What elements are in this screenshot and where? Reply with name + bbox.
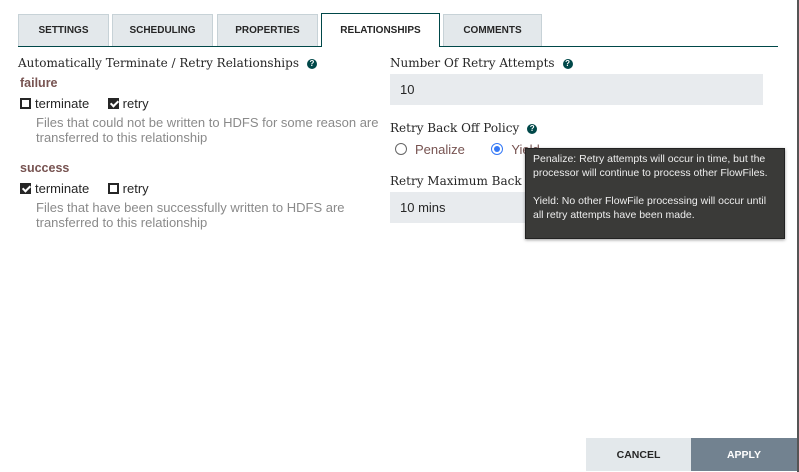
backoff-policy-label: Retry Back Off Policy <box>390 121 520 135</box>
tab-comments[interactable]: COMMENTS <box>443 14 542 46</box>
relationship-name-success: success <box>20 161 70 175</box>
failure-description: Files that could not be written to HDFS … <box>36 115 379 145</box>
checkbox-unchecked-icon <box>20 98 31 109</box>
relationships-title: Automatically Terminate / Retry Relation… <box>18 56 299 70</box>
retry-label: retry <box>122 181 149 196</box>
tab-relationships[interactable]: RELATIONSHIPS <box>321 13 440 47</box>
penalize-radio[interactable]: Penalize <box>395 142 465 157</box>
success-options: terminate retry <box>20 180 149 198</box>
retry-attempts-label: Number Of Retry Attempts <box>390 56 555 70</box>
retry-label: retry <box>122 96 149 111</box>
tab-settings[interactable]: SETTINGS <box>18 14 109 46</box>
help-icon[interactable]: ? <box>562 59 573 69</box>
help-icon[interactable]: ? <box>527 124 538 134</box>
checkbox-checked-icon <box>107 98 119 109</box>
success-description: Files that have been successfully writte… <box>36 200 345 230</box>
cancel-button[interactable]: CANCEL <box>586 438 691 471</box>
terminate-label: terminate <box>35 96 90 111</box>
relationship-name-failure: failure <box>20 76 58 90</box>
tooltip-yield-text: Yield: No other FlowFile processing will… <box>533 195 767 221</box>
retry-attempts-heading: Number Of Retry Attempts? <box>390 56 573 70</box>
radio-selected-icon <box>491 143 504 155</box>
backoff-policy-tooltip: Penalize: Retry attempts will occur in t… <box>525 148 785 239</box>
failure-retry-checkbox[interactable]: retry <box>107 96 149 111</box>
relationships-heading: Automatically Terminate / Retry Relation… <box>18 56 317 70</box>
success-retry-checkbox[interactable]: retry <box>107 181 149 196</box>
checkbox-checked-icon <box>20 183 31 194</box>
help-icon[interactable]: ? <box>306 59 317 69</box>
failure-terminate-checkbox[interactable]: terminate <box>20 96 89 111</box>
backoff-policy-options: Penalize Yield <box>395 141 540 159</box>
tab-properties[interactable]: PROPERTIES <box>217 14 318 46</box>
radio-unselected-icon <box>395 143 407 155</box>
tooltip-penalize-text: Penalize: Retry attempts will occur in t… <box>533 153 768 179</box>
failure-options: terminate retry <box>20 95 149 113</box>
checkbox-unchecked-icon <box>107 183 119 194</box>
terminate-label: terminate <box>35 181 90 196</box>
tab-scheduling[interactable]: SCHEDULING <box>112 14 213 46</box>
retry-attempts-input[interactable]: 10 <box>390 74 763 105</box>
apply-button[interactable]: APPLY <box>691 438 797 471</box>
penalize-label: Penalize <box>415 142 465 157</box>
backoff-policy-heading: Retry Back Off Policy? <box>390 121 538 135</box>
success-terminate-checkbox[interactable]: terminate <box>20 181 89 196</box>
